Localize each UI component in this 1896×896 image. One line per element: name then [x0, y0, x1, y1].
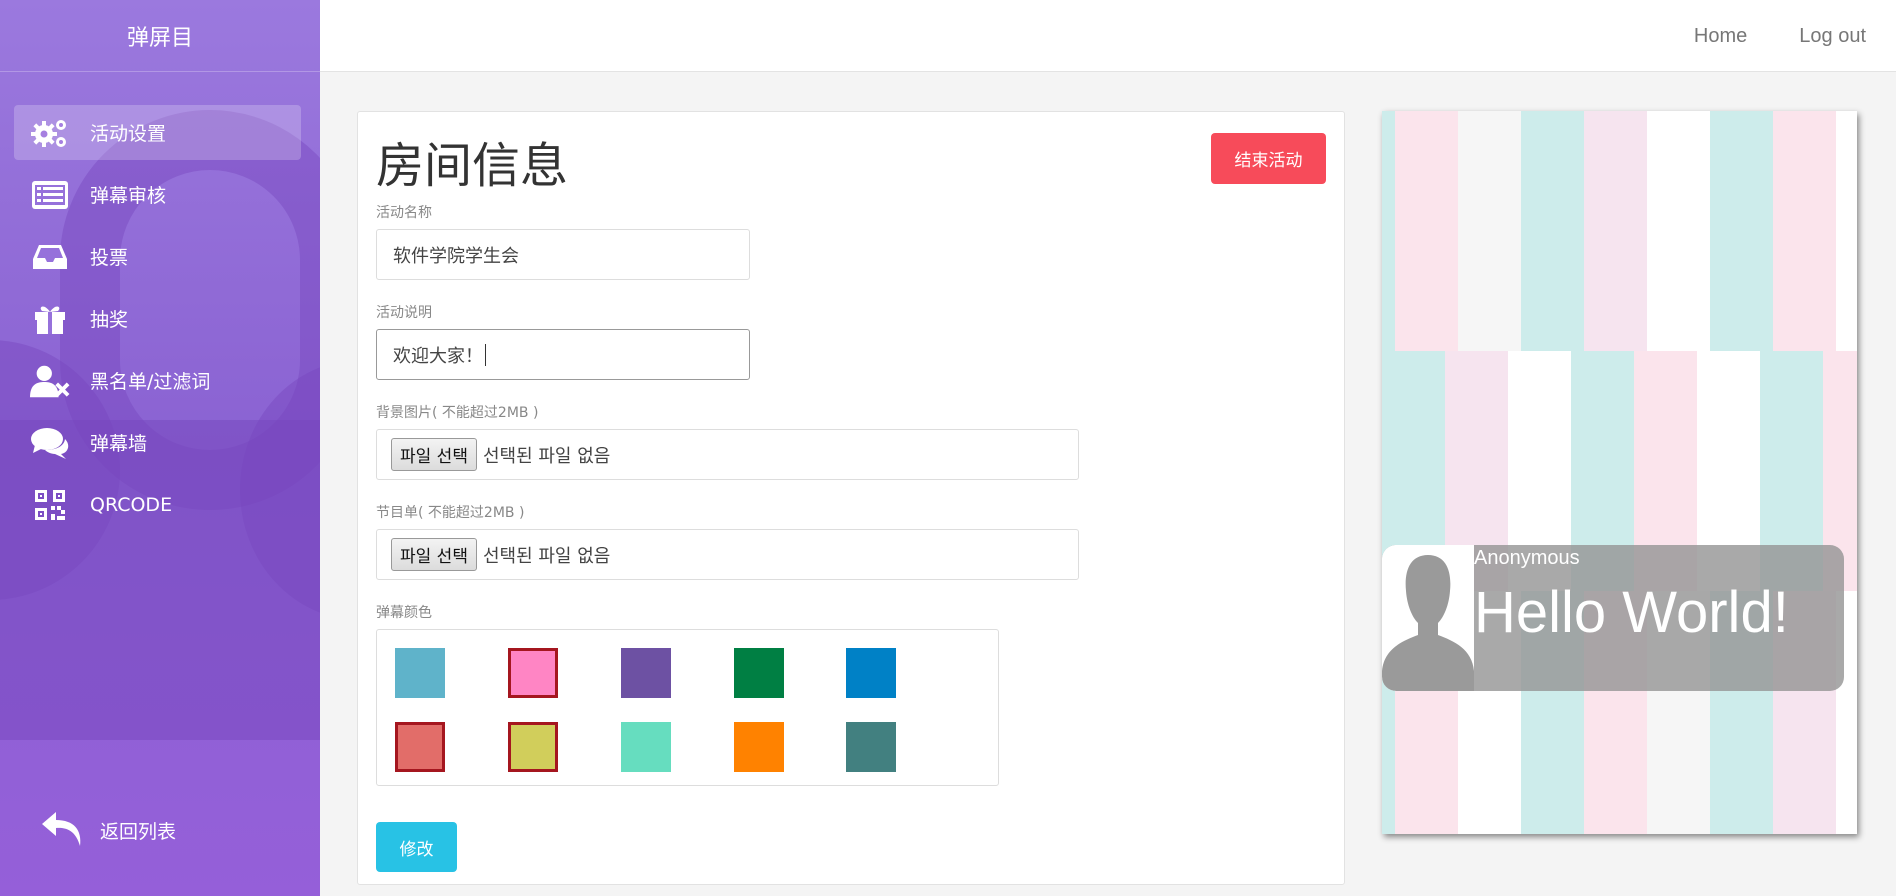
avatar: [1382, 545, 1474, 691]
home-link[interactable]: Home: [1694, 25, 1747, 48]
danmu-preview: Anonymous Hello World!: [1382, 111, 1857, 834]
danmu-message: Hello World!: [1474, 580, 1789, 645]
color-swatch[interactable]: [395, 648, 445, 698]
back-to-list-link[interactable]: 返回列表: [40, 810, 176, 850]
color-swatch[interactable]: [621, 722, 671, 772]
top-navbar: Home Log out: [320, 0, 1896, 72]
comments-icon: [30, 426, 70, 460]
color-swatch[interactable]: [395, 722, 445, 772]
sidebar-item-lottery[interactable]: 抽奖: [14, 291, 301, 346]
sidebar-item-label: 弹幕审核: [90, 185, 167, 207]
sidebar-nav: 活动设置 弹幕审核 投票 抽奖 黑名单/过滤词 弹幕墙 QRCODE: [14, 105, 301, 539]
color-swatch[interactable]: [846, 648, 896, 698]
sidebar-item-label: 活动设置: [90, 123, 167, 145]
qrcode-icon: [30, 488, 70, 522]
color-swatch[interactable]: [508, 722, 558, 772]
program-file-choose-button[interactable]: 파일 선택: [391, 538, 477, 571]
color-swatch[interactable]: [621, 648, 671, 698]
sidebar-item-danmu-wall[interactable]: 弹幕墙: [14, 415, 301, 470]
background-file-choose-button[interactable]: 파일 선택: [391, 438, 477, 471]
background-stripe: [1773, 111, 1836, 351]
background-stripe: [1382, 111, 1395, 351]
background-stripe: [1458, 111, 1521, 351]
danmu-preview-bubble: Anonymous Hello World!: [1382, 545, 1844, 691]
inbox-icon: [30, 240, 70, 274]
sidebar-item-vote[interactable]: 投票: [14, 229, 301, 284]
activity-description-value: 欢迎大家！: [393, 345, 483, 367]
text-cursor: [485, 343, 486, 366]
user-block-icon: [30, 364, 70, 398]
color-swatch[interactable]: [508, 648, 558, 698]
gears-icon: [30, 116, 70, 150]
activity-name-label: 活动名称: [376, 205, 432, 221]
sidebar-item-label: 投票: [90, 247, 129, 269]
sidebar: 弹屏目 活动设置 弹幕审核 投票 抽奖 黑名单/过滤词 弹幕墙 QRCODE 返…: [0, 0, 320, 896]
sidebar-item-label: 抽奖: [90, 309, 129, 331]
sidebar-item-label: 黑名单/过滤词: [90, 371, 211, 393]
color-swatch[interactable]: [734, 722, 784, 772]
gift-icon: [30, 302, 70, 336]
page-title: 房间信息: [376, 138, 569, 194]
background-image-file-input[interactable]: 파일 선택 선택된 파일 없음: [376, 429, 1079, 480]
color-swatch[interactable]: [846, 722, 896, 772]
activity-name-input[interactable]: 软件学院学生会: [376, 229, 750, 280]
background-stripe: [1647, 111, 1710, 351]
reply-arrow-icon: [40, 810, 84, 850]
background-stripe: [1395, 111, 1458, 351]
sidebar-item-label: QRCODE: [90, 493, 173, 516]
preview-background-image: [1382, 111, 1857, 834]
activity-name-value: 软件学院学生会: [393, 245, 519, 267]
danmu-sender-name: Anonymous: [1474, 547, 1580, 569]
list-icon: [30, 178, 70, 212]
background-stripe: [1521, 111, 1584, 351]
program-file-status: 선택된 파일 없음: [482, 545, 611, 567]
background-stripe: [1710, 111, 1773, 351]
color-swatch[interactable]: [734, 648, 784, 698]
room-info-panel: 房间信息 结束活动 活动名称 软件学院学生会 活动说明 欢迎大家！ 背景图片( …: [357, 111, 1345, 885]
logout-link[interactable]: Log out: [1799, 25, 1866, 48]
save-button[interactable]: 修改: [376, 822, 457, 872]
sidebar-item-label: 弹幕墙: [90, 433, 148, 455]
user-silhouette-icon: [1382, 545, 1474, 691]
sidebar-item-danmu-review[interactable]: 弹幕审核: [14, 167, 301, 222]
end-activity-button[interactable]: 结束活动: [1211, 133, 1326, 184]
program-list-file-input[interactable]: 파일 선택 선택된 파일 없음: [376, 529, 1079, 580]
background-stripe: [1836, 111, 1857, 351]
background-image-label: 背景图片( 不能超过2MB ): [376, 405, 539, 421]
background-file-status: 선택된 파일 없음: [482, 445, 611, 467]
activity-description-input[interactable]: 欢迎大家！: [376, 329, 750, 380]
danmu-color-label: 弹幕颜色: [376, 605, 432, 621]
sidebar-item-blacklist[interactable]: 黑名单/过滤词: [14, 353, 301, 408]
brand-title[interactable]: 弹屏目: [0, 0, 320, 72]
back-to-list-label: 返回列表: [100, 820, 177, 843]
danmu-color-picker: [376, 629, 999, 786]
background-stripe: [1584, 111, 1647, 351]
program-list-label: 节目单( 不能超过2MB ): [376, 505, 525, 521]
sidebar-item-activity-settings[interactable]: 活动设置: [14, 105, 301, 160]
activity-description-label: 活动说明: [376, 305, 432, 321]
sidebar-item-qrcode[interactable]: QRCODE: [14, 477, 301, 532]
